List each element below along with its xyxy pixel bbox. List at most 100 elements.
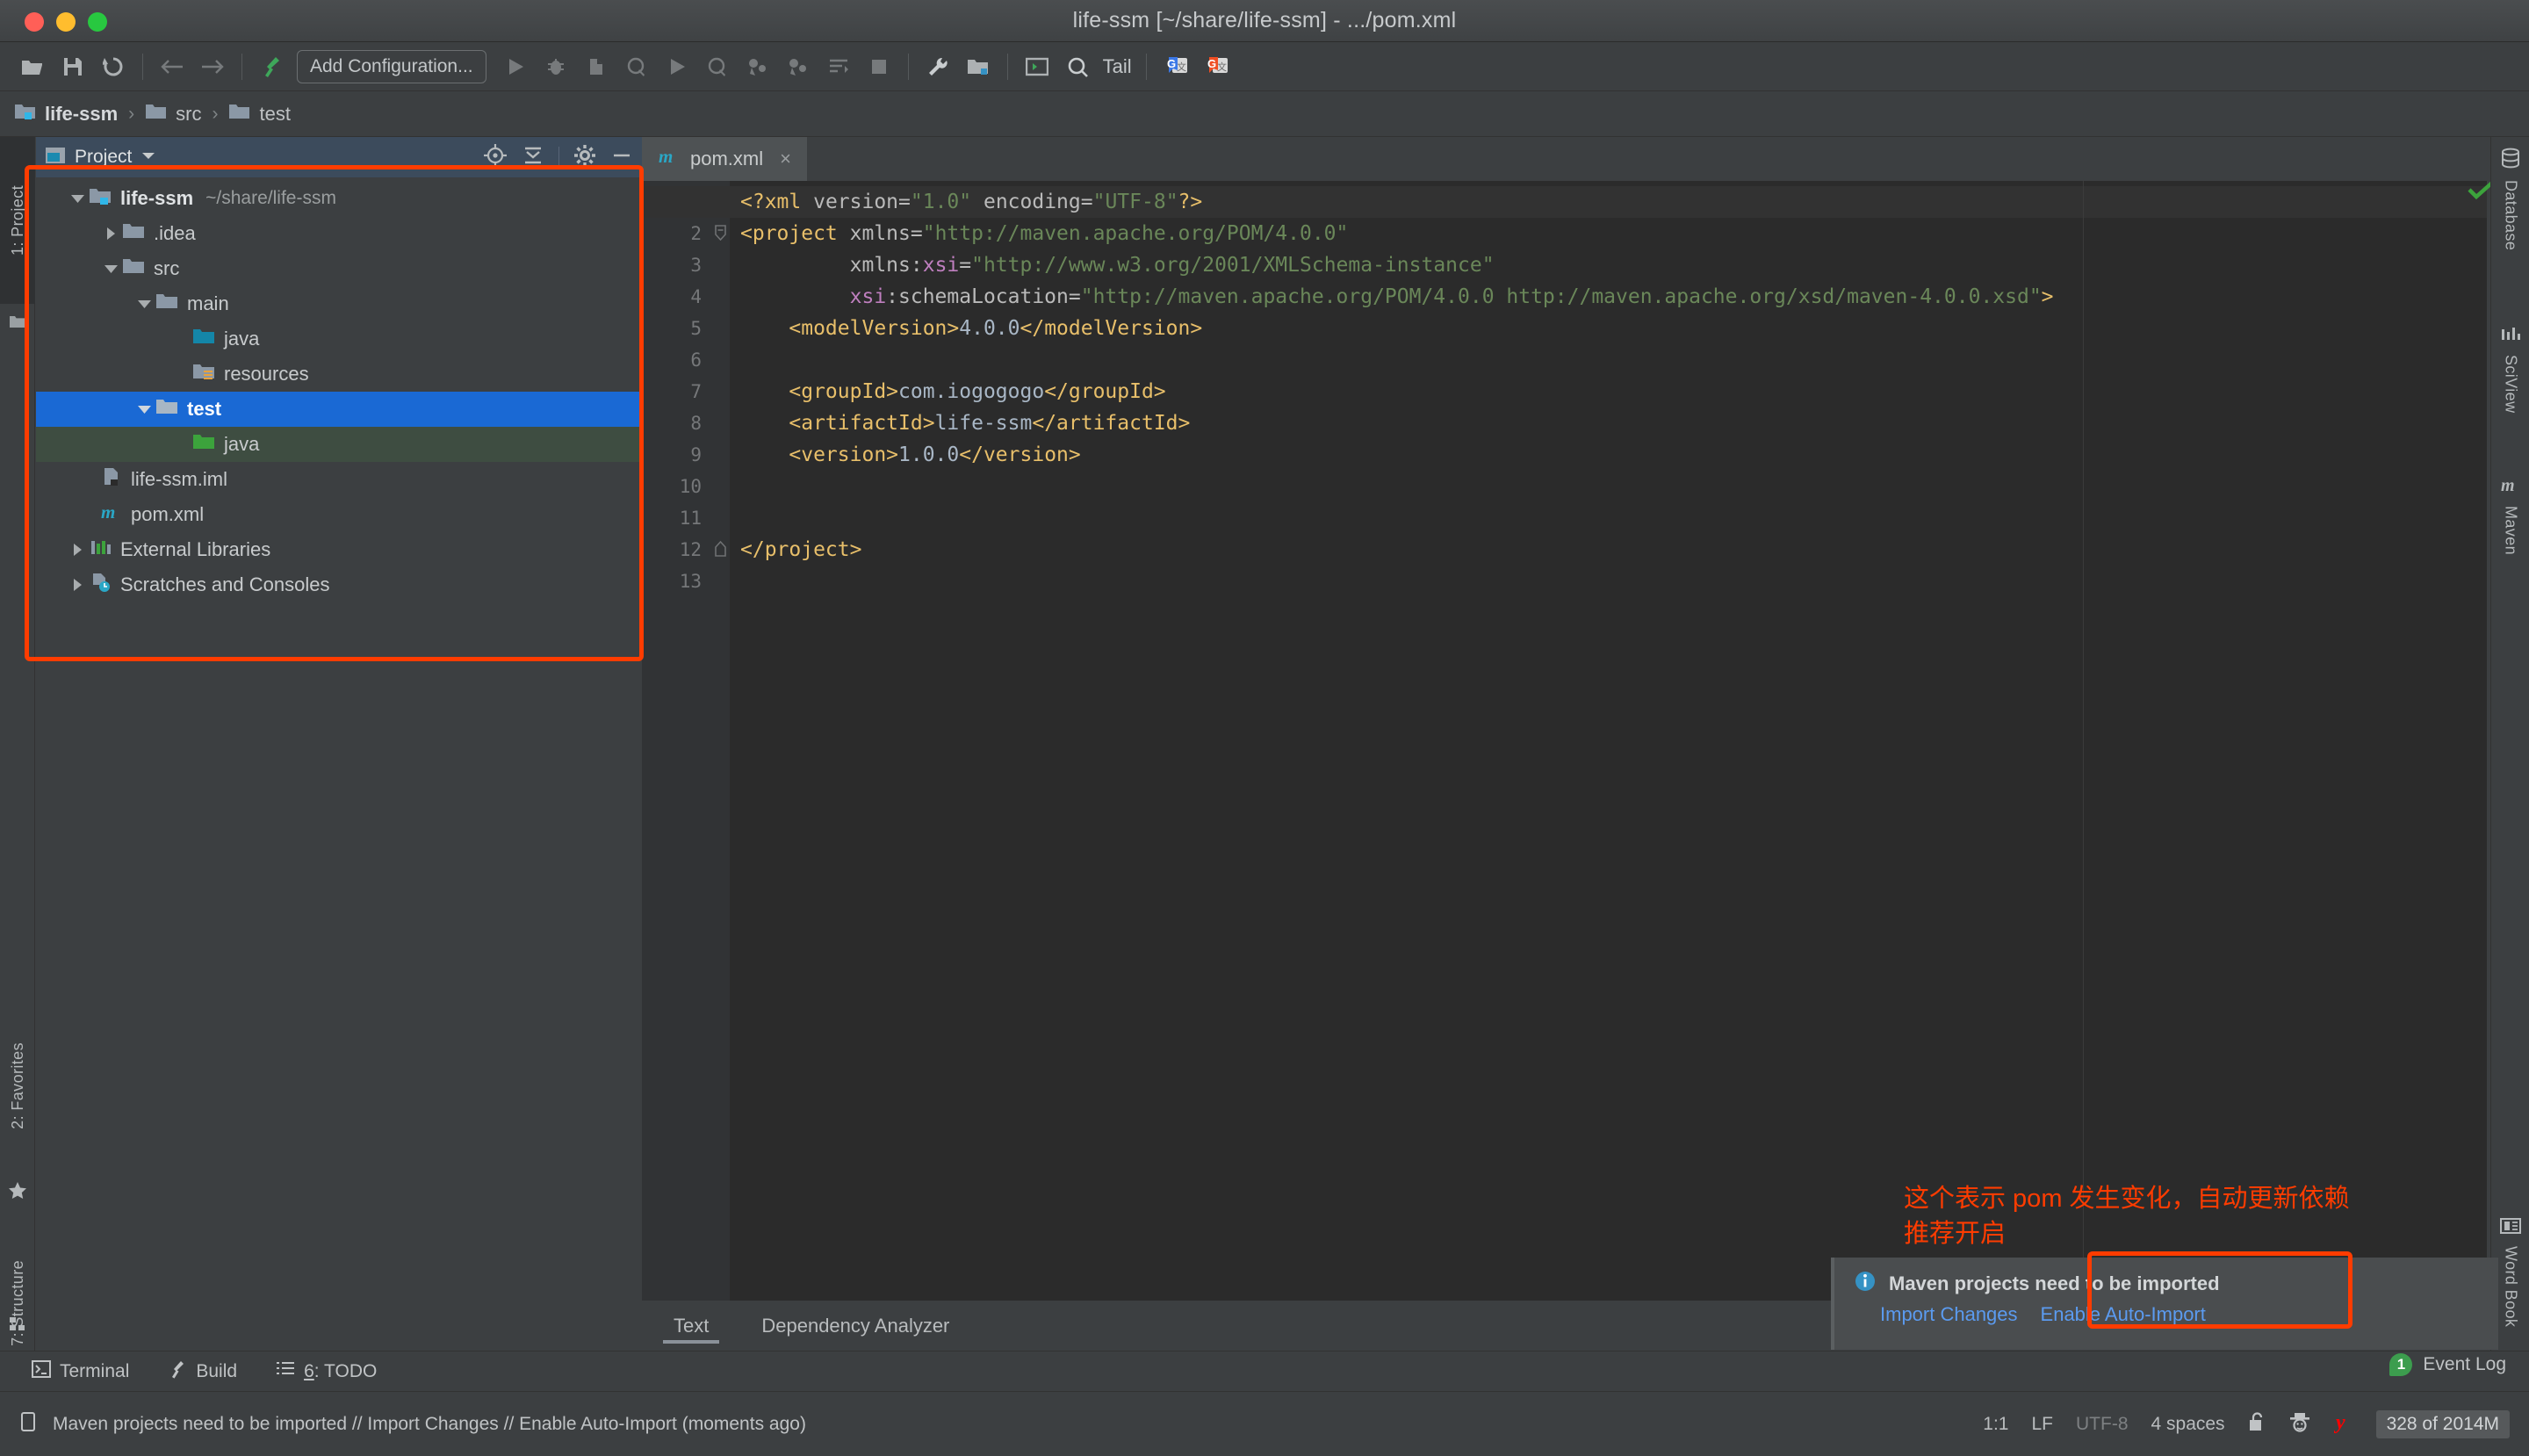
close-icon[interactable]: × (780, 148, 791, 170)
gear-icon[interactable] (573, 144, 596, 171)
maven-import-notification[interactable]: Maven projects need to be imported Impor… (1831, 1258, 2498, 1350)
enable-auto-import-link[interactable]: Enable Auto-Import (2041, 1303, 2206, 1326)
tree-row[interactable]: .idea (36, 216, 642, 251)
window-controls[interactable] (25, 12, 107, 32)
tool-window-build[interactable]: Build (168, 1359, 237, 1384)
debug-icon[interactable] (536, 47, 576, 87)
chevron-down-icon[interactable] (140, 149, 156, 165)
star-icon (0, 1173, 35, 1208)
close-button[interactable] (25, 12, 44, 32)
tree-row[interactable]: java (36, 321, 642, 357)
run-icon[interactable] (495, 47, 536, 87)
line-number: 7 (690, 381, 702, 402)
tree-row[interactable]: src (36, 251, 642, 286)
tree-row[interactable]: Scratches and Consoles (36, 567, 642, 602)
forward-arrow-icon[interactable] (192, 47, 233, 87)
code-text[interactable]: <?xml version="1.0" encoding="UTF-8"?> <… (730, 181, 2487, 1301)
translate-red-icon[interactable]: 文G (1196, 47, 1236, 87)
tree-row[interactable]: resources (36, 357, 642, 392)
indent-setting[interactable]: 4 spaces (2151, 1414, 2225, 1435)
sidebar-item-favorites[interactable]: 2: Favorites (0, 998, 35, 1173)
notification-title: Maven projects need to be imported (1889, 1272, 2220, 1295)
fold-open-icon[interactable] (714, 225, 727, 245)
chevron-down-icon[interactable] (66, 193, 89, 204)
tree-row[interactable]: m pom.xml (36, 497, 642, 532)
libraries-icon (89, 537, 113, 562)
locate-target-icon[interactable] (483, 143, 508, 172)
tool-window-terminal[interactable]: Terminal (32, 1360, 129, 1383)
minimize-button[interactable] (56, 12, 76, 32)
chevron-down-icon[interactable] (133, 299, 155, 309)
chevron-right-icon[interactable] (99, 227, 122, 241)
caret-position[interactable]: 1:1 (1983, 1414, 2008, 1435)
tree-row[interactable]: java (36, 427, 642, 462)
tool-window-todo-separator: : (314, 1361, 324, 1381)
terminal-icon[interactable] (1017, 47, 1057, 87)
run-2-icon[interactable] (657, 47, 697, 87)
status-message[interactable]: Maven projects need to be imported // Im… (53, 1414, 806, 1435)
attach-profiler-2-icon[interactable] (778, 47, 818, 87)
breadcrumb-item-0[interactable]: life-ssm (14, 102, 118, 126)
breadcrumb-item-2[interactable]: test (228, 102, 290, 126)
database-icon (2500, 148, 2521, 173)
hide-panel-icon[interactable] (610, 144, 633, 171)
collapse-all-icon[interactable] (522, 144, 544, 171)
fold-close-icon[interactable] (714, 541, 727, 561)
sidebar-item-maven[interactable]: m Maven (2491, 475, 2529, 555)
tab-text[interactable]: Text (663, 1301, 719, 1351)
chevron-right-icon[interactable] (66, 543, 89, 557)
sidebar-item-database-label: Database (2502, 180, 2520, 250)
svg-text:m: m (101, 501, 115, 523)
tree-row[interactable]: life-ssm.iml (36, 462, 642, 497)
back-arrow-icon[interactable] (152, 47, 192, 87)
tree-secondary-label: ~/share/life-ssm (205, 188, 336, 209)
editor-tab-pom-xml[interactable]: m pom.xml × (642, 137, 807, 181)
file-encoding[interactable]: UTF-8 (2076, 1414, 2129, 1435)
tree-label: test (187, 398, 221, 421)
code-editor[interactable]: 1 2 3 4 5 6 7 8 9 10 11 12 13 (642, 181, 2487, 1301)
stop-icon[interactable] (859, 47, 899, 87)
translate-blue-icon[interactable]: 文G (1156, 47, 1196, 87)
fold-column[interactable] (710, 181, 730, 1301)
tree-row[interactable]: life-ssm ~/share/life-ssm (36, 181, 642, 216)
run-with-coverage-icon[interactable] (576, 47, 616, 87)
add-configuration-button[interactable]: Add Configuration... (297, 50, 486, 83)
line-separator[interactable]: LF (2031, 1414, 2053, 1435)
notification-icon[interactable] (19, 1411, 39, 1438)
open-project-icon[interactable] (12, 47, 53, 87)
project-tree[interactable]: life-ssm ~/share/life-ssm .idea src main (36, 177, 642, 602)
svg-text:G: G (1207, 57, 1216, 70)
event-log-button[interactable]: 1 Event Log (2389, 1353, 2506, 1376)
breadcrumb-item-1[interactable]: src (145, 102, 201, 126)
maximize-button[interactable] (88, 12, 107, 32)
attach-profiler-icon[interactable] (738, 47, 778, 87)
tree-row[interactable]: External Libraries (36, 532, 642, 567)
project-structure-icon[interactable] (958, 47, 998, 87)
build-hammer-icon[interactable] (251, 47, 292, 87)
search-everywhere-icon[interactable] (1057, 47, 1098, 87)
sidebar-item-project[interactable]: 1: Project (0, 137, 35, 304)
unlocked-padlock-icon[interactable] (2248, 1411, 2266, 1438)
code-line-9: <version>1.0.0</version> (740, 439, 1081, 471)
memory-indicator[interactable]: 328 of 2014M (2376, 1410, 2510, 1438)
yandex-y-icon[interactable]: y (2334, 1410, 2353, 1438)
tool-window-todo[interactable]: 6: TODO (276, 1361, 377, 1382)
tail-button[interactable]: Tail (1098, 55, 1137, 78)
chevron-down-icon[interactable] (99, 263, 122, 274)
profile-icon[interactable] (616, 47, 657, 87)
settings-wrench-icon[interactable] (918, 47, 958, 87)
tab-dependency-analyzer[interactable]: Dependency Analyzer (751, 1301, 960, 1351)
run-anything-icon[interactable] (818, 47, 859, 87)
profile-2-icon[interactable] (697, 47, 738, 87)
tree-row[interactable]: main (36, 286, 642, 321)
chevron-down-icon[interactable] (133, 404, 155, 414)
sync-icon[interactable] (93, 47, 133, 87)
save-all-icon[interactable] (53, 47, 93, 87)
import-changes-link[interactable]: Import Changes (1880, 1303, 2018, 1326)
sidebar-item-sciview[interactable]: SciView (2491, 326, 2529, 414)
sidebar-item-database[interactable]: Database (2491, 148, 2529, 250)
hidpi-hat-icon[interactable] (2288, 1411, 2311, 1438)
tree-row[interactable]: test (36, 392, 642, 427)
chevron-right-icon[interactable] (66, 578, 89, 592)
window-title: life-ssm [~/share/life-ssm] - .../pom.xm… (1073, 8, 1457, 33)
